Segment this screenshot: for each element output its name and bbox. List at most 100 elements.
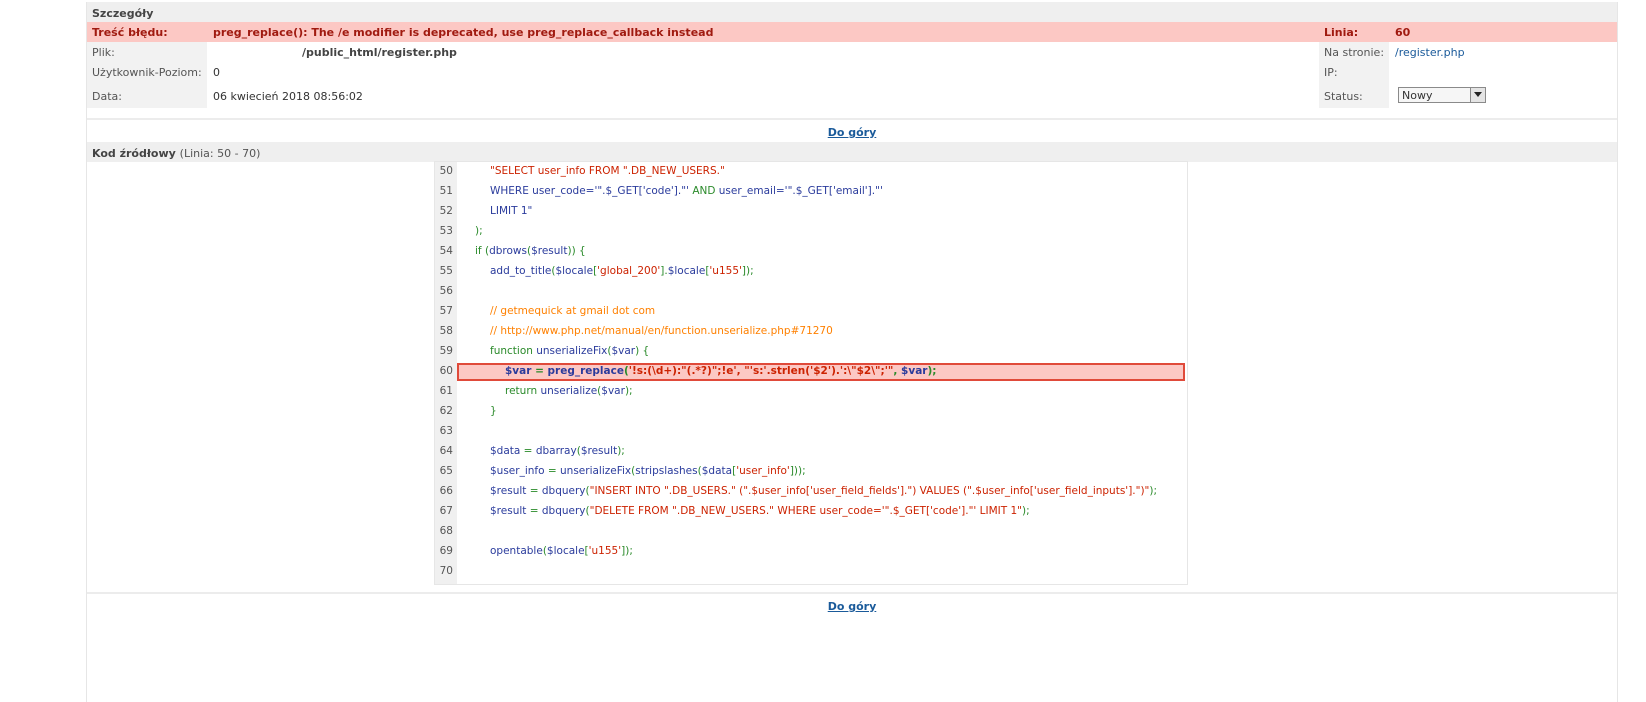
line-number: 61 bbox=[439, 385, 453, 397]
line-number: 69 bbox=[439, 545, 453, 557]
code-token: ); bbox=[617, 445, 625, 457]
code-token: 'u155' bbox=[588, 545, 622, 557]
line-number: 64 bbox=[439, 445, 453, 457]
divider bbox=[87, 118, 1617, 120]
code-token: = bbox=[531, 365, 548, 377]
code-token: ]. bbox=[660, 265, 668, 277]
code-token: unserialize bbox=[540, 385, 598, 397]
source-title: Kod źródłowy bbox=[92, 147, 176, 160]
code-token: LIMIT 1" bbox=[490, 205, 533, 217]
code-token: unserializeFix bbox=[560, 465, 632, 477]
code-token: dbquery bbox=[541, 485, 586, 497]
code-token: ); bbox=[475, 225, 483, 237]
code-token: // http://www.php.net/manual/en/function… bbox=[490, 325, 833, 337]
code-token: opentable bbox=[490, 545, 543, 557]
date-row: Data: 06 kwiecień 2018 08:56:02 Status: bbox=[87, 82, 1617, 108]
line-number: 57 bbox=[439, 305, 453, 317]
error-details-panel: Szczegóły Treść błędu: preg_replace(): T… bbox=[86, 2, 1618, 702]
code-token: '!s:(\d+):"(.*?)";!e', "'s:'.strlen('$2'… bbox=[628, 365, 894, 377]
line-label: Linia: bbox=[1324, 26, 1359, 39]
code-token: ]); bbox=[621, 545, 633, 557]
code-token: user_email='".$_GET['email']."' bbox=[715, 185, 883, 197]
line-number: 55 bbox=[439, 265, 453, 277]
file-path: /public_html/register.php bbox=[302, 46, 457, 59]
code-token: dbrows bbox=[489, 245, 527, 257]
divider-bottom bbox=[87, 592, 1617, 594]
code-token: $locale bbox=[555, 265, 594, 277]
code-token: unserializeFix bbox=[536, 345, 608, 357]
page-link[interactable]: /register.php bbox=[1395, 46, 1465, 59]
code-token: WHERE user_code='".$_GET['code']."' bbox=[490, 185, 693, 197]
code-token: // getmequick at gmail dot com bbox=[490, 305, 656, 317]
code-token: $result bbox=[490, 485, 527, 497]
file-label: Plik: bbox=[92, 46, 115, 59]
code-token: 'global_200' bbox=[597, 265, 661, 277]
code-token: ); bbox=[624, 385, 633, 397]
line-number: 68 bbox=[439, 525, 453, 537]
code-token: ); bbox=[927, 365, 937, 377]
status-selected-value: Nowy bbox=[1402, 89, 1433, 102]
source-range: (Linia: 50 - 70) bbox=[179, 147, 261, 160]
code-line: if (dbrows($result)) { bbox=[475, 245, 586, 257]
code-line: $result = dbquery("DELETE FROM ".DB_NEW_… bbox=[490, 505, 1030, 517]
code-line: $data = dbarray($result); bbox=[490, 445, 625, 457]
code-line: ); bbox=[475, 225, 483, 237]
code-line: // http://www.php.net/manual/en/function… bbox=[490, 325, 833, 337]
code-line: WHERE user_code='".$_GET['code']."' AND … bbox=[490, 185, 883, 197]
code-line: $var = preg_replace('!s:(\d+):"(.*?)";!e… bbox=[505, 365, 936, 377]
code-line: LIMIT 1" bbox=[490, 205, 532, 217]
status-select[interactable]: Nowy bbox=[1398, 87, 1486, 103]
code-token: $var bbox=[611, 345, 636, 357]
code-token: "SELECT user_info FROM ".DB_NEW_USERS." bbox=[490, 165, 725, 177]
line-number: 58 bbox=[439, 325, 453, 337]
status-label: Status: bbox=[1324, 90, 1363, 103]
user-row: Użytkownik-Poziom: 0 IP: bbox=[87, 62, 1617, 82]
code-line: $user_info = unserializeFix(stripslashes… bbox=[490, 465, 806, 477]
code-token: , bbox=[893, 365, 902, 377]
line-number: 53 bbox=[439, 225, 453, 237]
source-code-block: 50 "SELECT user_info FROM ".DB_NEW_USERS.… bbox=[434, 161, 1188, 585]
code-token: = bbox=[520, 445, 536, 457]
page-label: Na stronie: bbox=[1324, 46, 1385, 59]
line-number: 50 bbox=[439, 165, 453, 177]
line-number: 65 bbox=[439, 465, 453, 477]
code-token: } bbox=[490, 405, 497, 417]
code-token: preg_replace bbox=[547, 365, 624, 377]
code-token: = bbox=[526, 485, 542, 497]
line-number: 59 bbox=[439, 345, 453, 357]
code-token: ); bbox=[1149, 485, 1158, 497]
line-number: 56 bbox=[439, 285, 453, 297]
source-header: Kod źródłowy (Linia: 50 - 70) bbox=[87, 142, 1617, 162]
code-line: } bbox=[490, 405, 497, 417]
code-token: $locale bbox=[667, 265, 706, 277]
line-number: 60 bbox=[1395, 26, 1411, 39]
line-number: 63 bbox=[439, 425, 453, 437]
back-to-top-link[interactable]: Do góry bbox=[87, 126, 1617, 139]
code-token: "INSERT INTO ".DB_USERS." (".$user_info[… bbox=[589, 485, 1150, 497]
code-token: $var bbox=[505, 365, 532, 377]
code-token: AND bbox=[692, 185, 716, 197]
code-token: = bbox=[544, 465, 561, 477]
date-label: Data: bbox=[92, 90, 122, 103]
code-token: dbarray bbox=[535, 445, 577, 457]
code-token: if ( bbox=[475, 245, 490, 257]
code-token: $var bbox=[601, 385, 625, 397]
user-level-label: Użytkownik-Poziom: bbox=[92, 66, 202, 79]
code-token: ) { bbox=[635, 345, 650, 357]
code-token: $result bbox=[531, 245, 568, 257]
code-line: add_to_title($locale['global_200'].$loca… bbox=[490, 265, 754, 277]
date-value: 06 kwiecień 2018 08:56:02 bbox=[213, 90, 363, 103]
user-level-value: 0 bbox=[213, 66, 220, 79]
code-line: "SELECT user_info FROM ".DB_NEW_USERS." bbox=[490, 165, 725, 177]
code-line: $result = dbquery("INSERT INTO ".DB_USER… bbox=[490, 485, 1157, 497]
code-token: $locale bbox=[546, 545, 585, 557]
details-header: Szczegóły bbox=[87, 2, 1617, 22]
code-token: )) { bbox=[567, 245, 586, 257]
error-message: preg_replace(): The /e modifier is depre… bbox=[213, 26, 714, 39]
code-token: ]); bbox=[741, 265, 754, 277]
code-token: $var bbox=[901, 365, 928, 377]
line-number: 70 bbox=[439, 565, 453, 577]
code-token: ); bbox=[1021, 505, 1030, 517]
line-number: 52 bbox=[439, 205, 453, 217]
back-to-top-link-bottom[interactable]: Do góry bbox=[87, 600, 1617, 613]
